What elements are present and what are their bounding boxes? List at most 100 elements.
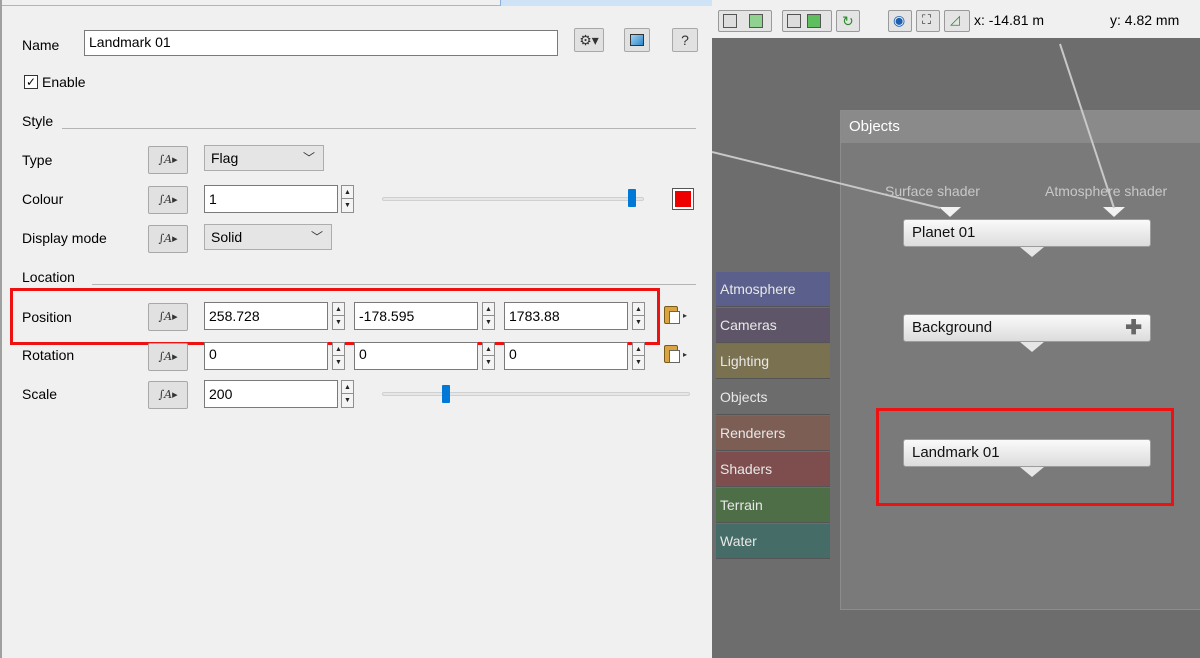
settings-icon-button[interactable]: ⚙▾ (574, 28, 604, 52)
colour-input[interactable]: 1 (204, 185, 338, 213)
node-planet-label: Planet 01 (912, 224, 976, 241)
objects-panel: Objects Surface shader Atmosphere shader… (840, 110, 1200, 610)
eye-icon: ◉ (893, 12, 906, 28)
surface-shader-port-label: Surface shader (885, 183, 980, 199)
rotation-animate-button[interactable]: ∫A▸ (148, 343, 188, 371)
spin-down-icon[interactable]: ▼ (342, 394, 353, 407)
landmark-highlight-box (876, 408, 1174, 506)
dropdown-arrow-icon: ▸ (683, 311, 688, 320)
scale-spinner[interactable]: ▲ ▼ (341, 380, 354, 408)
curve-button[interactable]: ◿ (944, 10, 970, 32)
spin-up-icon[interactable]: ▲ (342, 381, 353, 394)
scale-input[interactable]: 200 (204, 380, 338, 408)
curve-icon: ◿ (950, 12, 960, 27)
node-background-label: Background (912, 319, 993, 336)
camera-preview-button[interactable] (718, 10, 772, 32)
position-paste-button[interactable]: ▸ (660, 303, 690, 329)
spin-down-icon[interactable]: ▼ (342, 199, 353, 212)
colour-spinner[interactable]: ▲ ▼ (341, 185, 354, 213)
frame-button[interactable]: ⛶ (916, 10, 940, 32)
camera-icon (723, 14, 737, 28)
position-highlight-box (10, 288, 660, 345)
colour-swatch[interactable] (672, 188, 694, 210)
perspective-icon (807, 14, 821, 28)
display-mode-label: Display mode (22, 230, 107, 246)
category-item-objects[interactable]: Objects (716, 380, 830, 415)
colour-slider[interactable] (382, 197, 644, 201)
colour-swatch-fill (675, 191, 691, 207)
paste-paper-icon (669, 350, 680, 363)
camera-icon (787, 14, 801, 28)
objects-panel-title: Objects (841, 111, 1200, 143)
rotation-y-spinner[interactable]: ▲ ▼ (482, 342, 495, 370)
scale-slider-thumb[interactable] (442, 385, 450, 403)
colour-label: Colour (22, 191, 64, 207)
spin-up-icon[interactable]: ▲ (483, 343, 494, 356)
atmosphere-shader-input-port[interactable] (1103, 207, 1125, 217)
chevron-down-icon: ﹀ (302, 151, 315, 165)
location-section-title: Location (22, 269, 75, 285)
spin-up-icon[interactable]: ▲ (633, 343, 644, 356)
preview-button[interactable] (624, 28, 650, 52)
category-item-renderers[interactable]: Renderers (716, 416, 830, 451)
scale-animate-button[interactable]: ∫A▸ (148, 381, 188, 409)
preview-icon (630, 34, 644, 46)
type-value: Flag (211, 150, 239, 166)
output-port-icon[interactable] (1020, 342, 1044, 352)
scale-slider[interactable] (382, 392, 690, 396)
style-divider (62, 128, 696, 129)
surface-shader-input-port[interactable] (939, 207, 961, 217)
rotation-y-input[interactable]: 0 (354, 342, 478, 370)
name-input[interactable]: Landmark 01 (84, 30, 558, 56)
spin-up-icon[interactable]: ▲ (342, 186, 353, 199)
dropdown-arrow-icon: ▸ (683, 350, 688, 359)
spin-down-icon[interactable]: ▼ (483, 356, 494, 369)
category-item-cameras[interactable]: Cameras (716, 308, 830, 343)
style-section-title: Style (22, 113, 54, 129)
rotation-z-input[interactable]: 0 (504, 342, 628, 370)
checkmark-icon: ✓ (25, 75, 37, 89)
chevron-down-icon: ﹀ (310, 230, 323, 244)
rotation-x-spinner[interactable]: ▲ ▼ (332, 342, 345, 370)
rotation-z-spinner[interactable]: ▲ ▼ (632, 342, 645, 370)
viewport-toolbar: ↻ ◉ ⛶ ◿ x: -14.81 m y: 4.82 mm (712, 0, 1200, 38)
tab-strip (2, 0, 714, 6)
node-background[interactable]: Background ✚ (903, 314, 1151, 352)
paste-paper-icon (669, 311, 680, 324)
gear-icon: ⚙▾ (579, 32, 599, 48)
refresh-button[interactable]: ↻ (836, 10, 860, 32)
spin-up-icon[interactable]: ▲ (333, 343, 344, 356)
camera-p-button[interactable] (782, 10, 832, 32)
rotation-x-input[interactable]: 0 (204, 342, 328, 370)
tab-selected[interactable] (500, 0, 714, 6)
enable-label: Enable (42, 74, 86, 90)
category-item-lighting[interactable]: Lighting (716, 344, 830, 379)
node-planet[interactable]: Planet 01 (903, 219, 1151, 257)
node-graph-panel: ↻ ◉ ⛶ ◿ x: -14.81 m y: 4.82 mm Atmospher… (712, 0, 1200, 658)
rotation-paste-button[interactable]: ▸ (660, 342, 690, 368)
colour-animate-button[interactable]: ∫A▸ (148, 186, 188, 214)
enable-checkbox[interactable]: ✓ (24, 75, 38, 89)
display-mode-animate-button[interactable]: ∫A▸ (148, 225, 188, 253)
help-icon: ? (681, 32, 689, 48)
display-mode-value: Solid (211, 229, 243, 245)
output-port-icon[interactable] (1020, 247, 1044, 257)
view-toggle-button[interactable]: ◉ (888, 10, 912, 32)
spin-down-icon[interactable]: ▼ (333, 356, 344, 369)
type-animate-button[interactable]: ∫A▸ (148, 146, 188, 174)
category-item-shaders[interactable]: Shaders (716, 452, 830, 487)
refresh-icon: ↻ (842, 13, 854, 29)
spin-down-icon[interactable]: ▼ (633, 356, 644, 369)
category-item-water[interactable]: Water (716, 524, 830, 559)
category-item-atmosphere[interactable]: Atmosphere (716, 272, 830, 307)
display-mode-select[interactable]: Solid ﹀ (204, 224, 332, 250)
plus-icon[interactable]: ✚ (1125, 315, 1142, 341)
scale-label: Scale (22, 386, 58, 402)
location-divider (92, 284, 696, 285)
atmosphere-shader-port-label: Atmosphere shader (1045, 183, 1168, 199)
frame-icon: ⛶ (922, 12, 932, 27)
colour-slider-thumb[interactable] (628, 189, 637, 207)
category-item-terrain[interactable]: Terrain (716, 488, 830, 523)
type-select[interactable]: Flag ﹀ (204, 145, 324, 171)
help-button[interactable]: ? (672, 28, 698, 52)
